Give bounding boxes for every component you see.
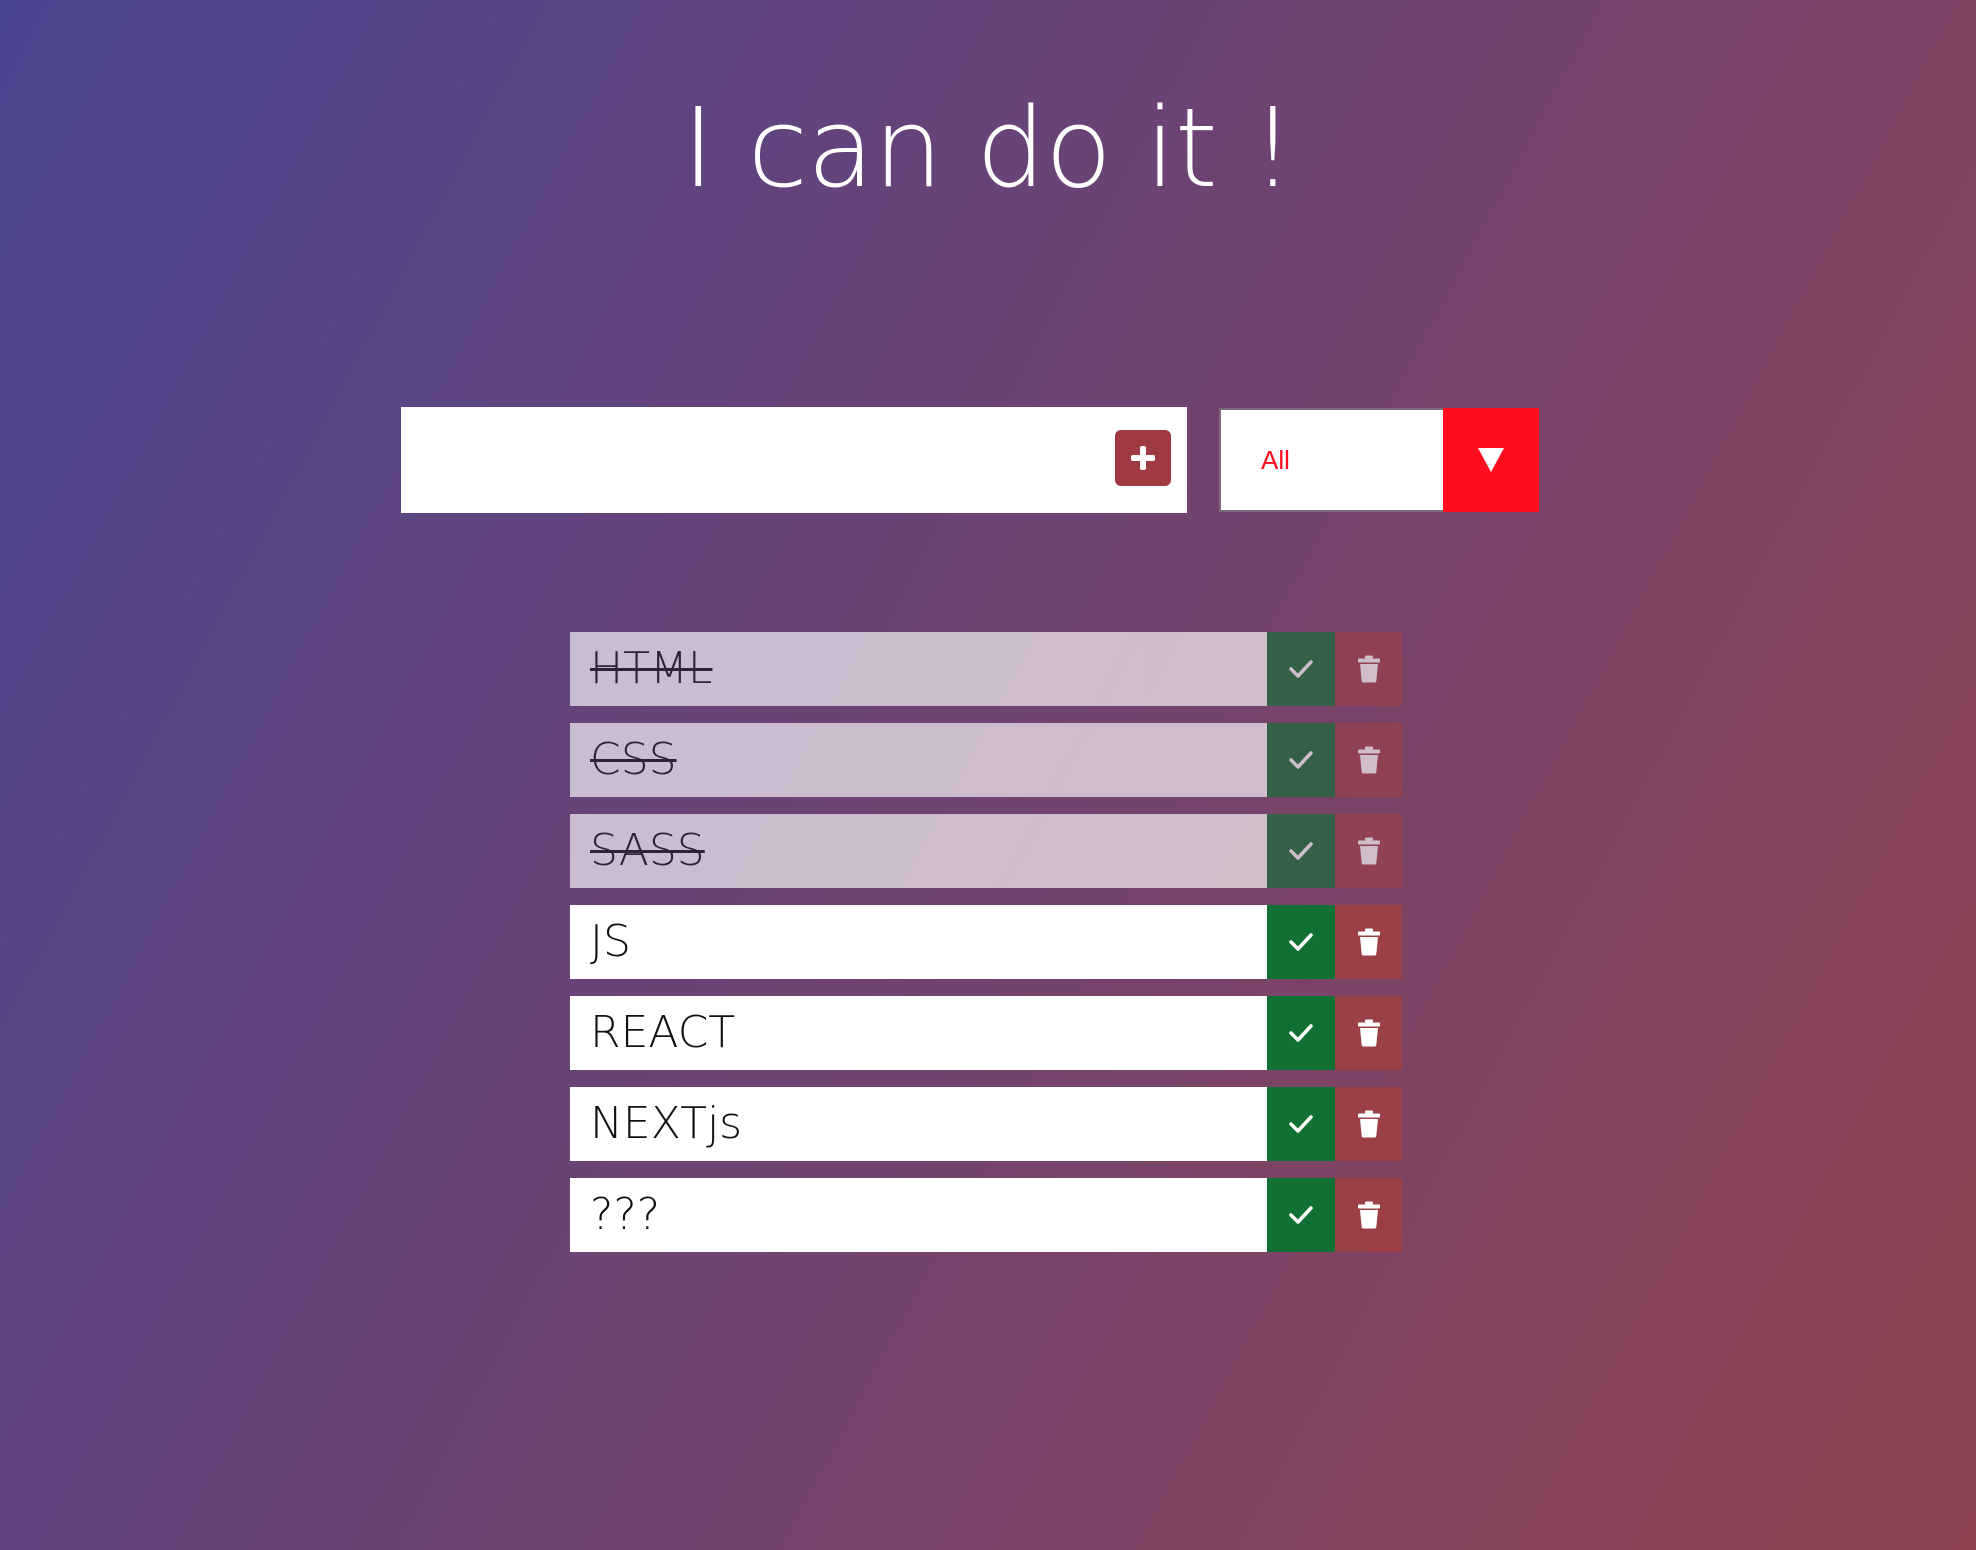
add-todo-button[interactable]: [1115, 430, 1171, 486]
plus-icon: [1131, 446, 1155, 470]
check-icon: [1288, 1022, 1314, 1044]
todo-item: NEXTjs: [570, 1087, 1402, 1161]
todo-text: CSS: [570, 723, 1267, 797]
todo-item: HTML: [570, 632, 1402, 706]
delete-button[interactable]: [1335, 632, 1402, 706]
trash-icon: [1357, 928, 1381, 956]
page-title: I can do it !: [682, 84, 1295, 212]
check-icon: [1288, 931, 1314, 953]
todo-item: REACT: [570, 996, 1402, 1070]
todo-item: JS: [570, 905, 1402, 979]
delete-button[interactable]: [1335, 1087, 1402, 1161]
delete-button[interactable]: [1335, 905, 1402, 979]
delete-button[interactable]: [1335, 814, 1402, 888]
check-icon: [1288, 749, 1314, 771]
delete-button[interactable]: [1335, 1178, 1402, 1252]
filter-dropdown-button[interactable]: [1443, 408, 1539, 512]
complete-button[interactable]: [1267, 632, 1335, 706]
delete-button[interactable]: [1335, 996, 1402, 1070]
trash-icon: [1357, 837, 1381, 865]
trash-icon: [1357, 746, 1381, 774]
filter-selected-value: All: [1261, 445, 1290, 475]
triangle-down-icon: [1478, 448, 1504, 472]
complete-button[interactable]: [1267, 814, 1335, 888]
todo-text: HTML: [570, 632, 1267, 706]
complete-button[interactable]: [1267, 723, 1335, 797]
todo-text: REACT: [570, 996, 1267, 1070]
check-icon: [1288, 1204, 1314, 1226]
todo-list: HTML CSS SASS JS REACT NEXTjs???: [570, 632, 1402, 1269]
todo-text: ???: [570, 1178, 1267, 1252]
complete-button[interactable]: [1267, 996, 1335, 1070]
todo-input[interactable]: [401, 407, 1101, 513]
filter-select[interactable]: All: [1219, 408, 1539, 512]
complete-button[interactable]: [1267, 1087, 1335, 1161]
todo-text: JS: [570, 905, 1267, 979]
check-icon: [1288, 658, 1314, 680]
complete-button[interactable]: [1267, 1178, 1335, 1252]
todo-form: [401, 407, 1187, 513]
todo-item: CSS: [570, 723, 1402, 797]
trash-icon: [1357, 1201, 1381, 1229]
trash-icon: [1357, 1110, 1381, 1138]
delete-button[interactable]: [1335, 723, 1402, 797]
todo-item: ???: [570, 1178, 1402, 1252]
check-icon: [1288, 1113, 1314, 1135]
todo-item: SASS: [570, 814, 1402, 888]
trash-icon: [1357, 655, 1381, 683]
todo-text: SASS: [570, 814, 1267, 888]
trash-icon: [1357, 1019, 1381, 1047]
todo-text: NEXTjs: [570, 1087, 1267, 1161]
complete-button[interactable]: [1267, 905, 1335, 979]
check-icon: [1288, 840, 1314, 862]
